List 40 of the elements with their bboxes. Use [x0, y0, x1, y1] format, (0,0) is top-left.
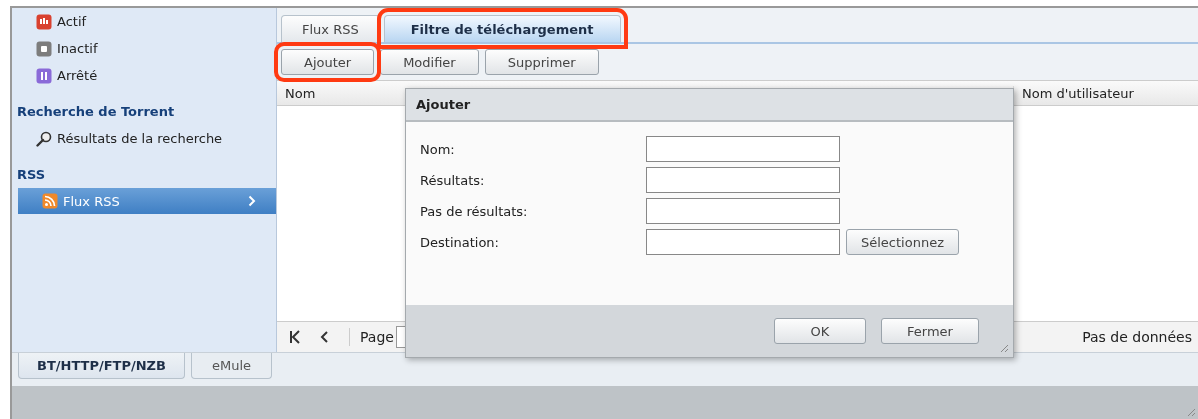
sidebar-item[interactable]: Résultats de la recherche [12, 125, 276, 152]
field-label: Nom: [420, 141, 456, 157]
tab[interactable]: eMule [190, 353, 273, 379]
toolbar-button[interactable]: Modifier [380, 49, 479, 75]
input-field[interactable] [646, 167, 840, 193]
search-icon [36, 130, 52, 147]
resize-grip-icon[interactable] [1186, 407, 1196, 417]
input-field[interactable] [646, 198, 840, 224]
toolbar-button[interactable]: Supprimer [484, 49, 599, 75]
rss-icon [42, 193, 58, 209]
column-header[interactable]: Nom [277, 85, 316, 101]
chevron-right-icon [248, 195, 256, 207]
sidebar-item-label: Arrêté [57, 68, 98, 83]
tab[interactable]: BT/HTTP/FTP/NZB [18, 353, 185, 379]
dialog-title: Ajouter [406, 89, 1013, 122]
sidebar-item[interactable]: Actif [12, 8, 276, 35]
first-page-icon[interactable] [289, 330, 301, 344]
dialog-button[interactable]: Fermer [881, 318, 979, 344]
resize-grip-icon[interactable] [999, 343, 1009, 353]
tab[interactable]: Flux RSS [281, 15, 380, 42]
sidebar-item-label: Flux RSS [63, 193, 120, 209]
field-label: Destination: [420, 234, 500, 250]
input-field[interactable] [646, 136, 840, 162]
field-label: Pas de résultats: [420, 203, 529, 219]
field-label: Résultats: [420, 172, 486, 188]
sidebar-item[interactable]: Inactif [12, 35, 276, 62]
sidebar-item-label: Inactif [57, 41, 98, 56]
sidebar-item-label: Résultats de la recherche [57, 131, 223, 146]
sidebar-item[interactable]: Arrêté [12, 62, 276, 89]
select-button[interactable]: Sélectionnez [846, 229, 959, 255]
square-status-icon [36, 40, 52, 57]
input-field[interactable] [646, 229, 840, 255]
previous-page-icon[interactable] [319, 330, 331, 344]
status-text: Pas de données [1082, 329, 1192, 345]
pause-icon [36, 67, 52, 84]
sidebar-item-label: Actif [57, 14, 87, 29]
page-label: Page [360, 329, 394, 345]
sidebar-section-title: RSS [16, 166, 47, 184]
dialog-button[interactable]: OK [774, 318, 866, 344]
sidebar-section-title: Recherche de Torrent [16, 103, 176, 121]
